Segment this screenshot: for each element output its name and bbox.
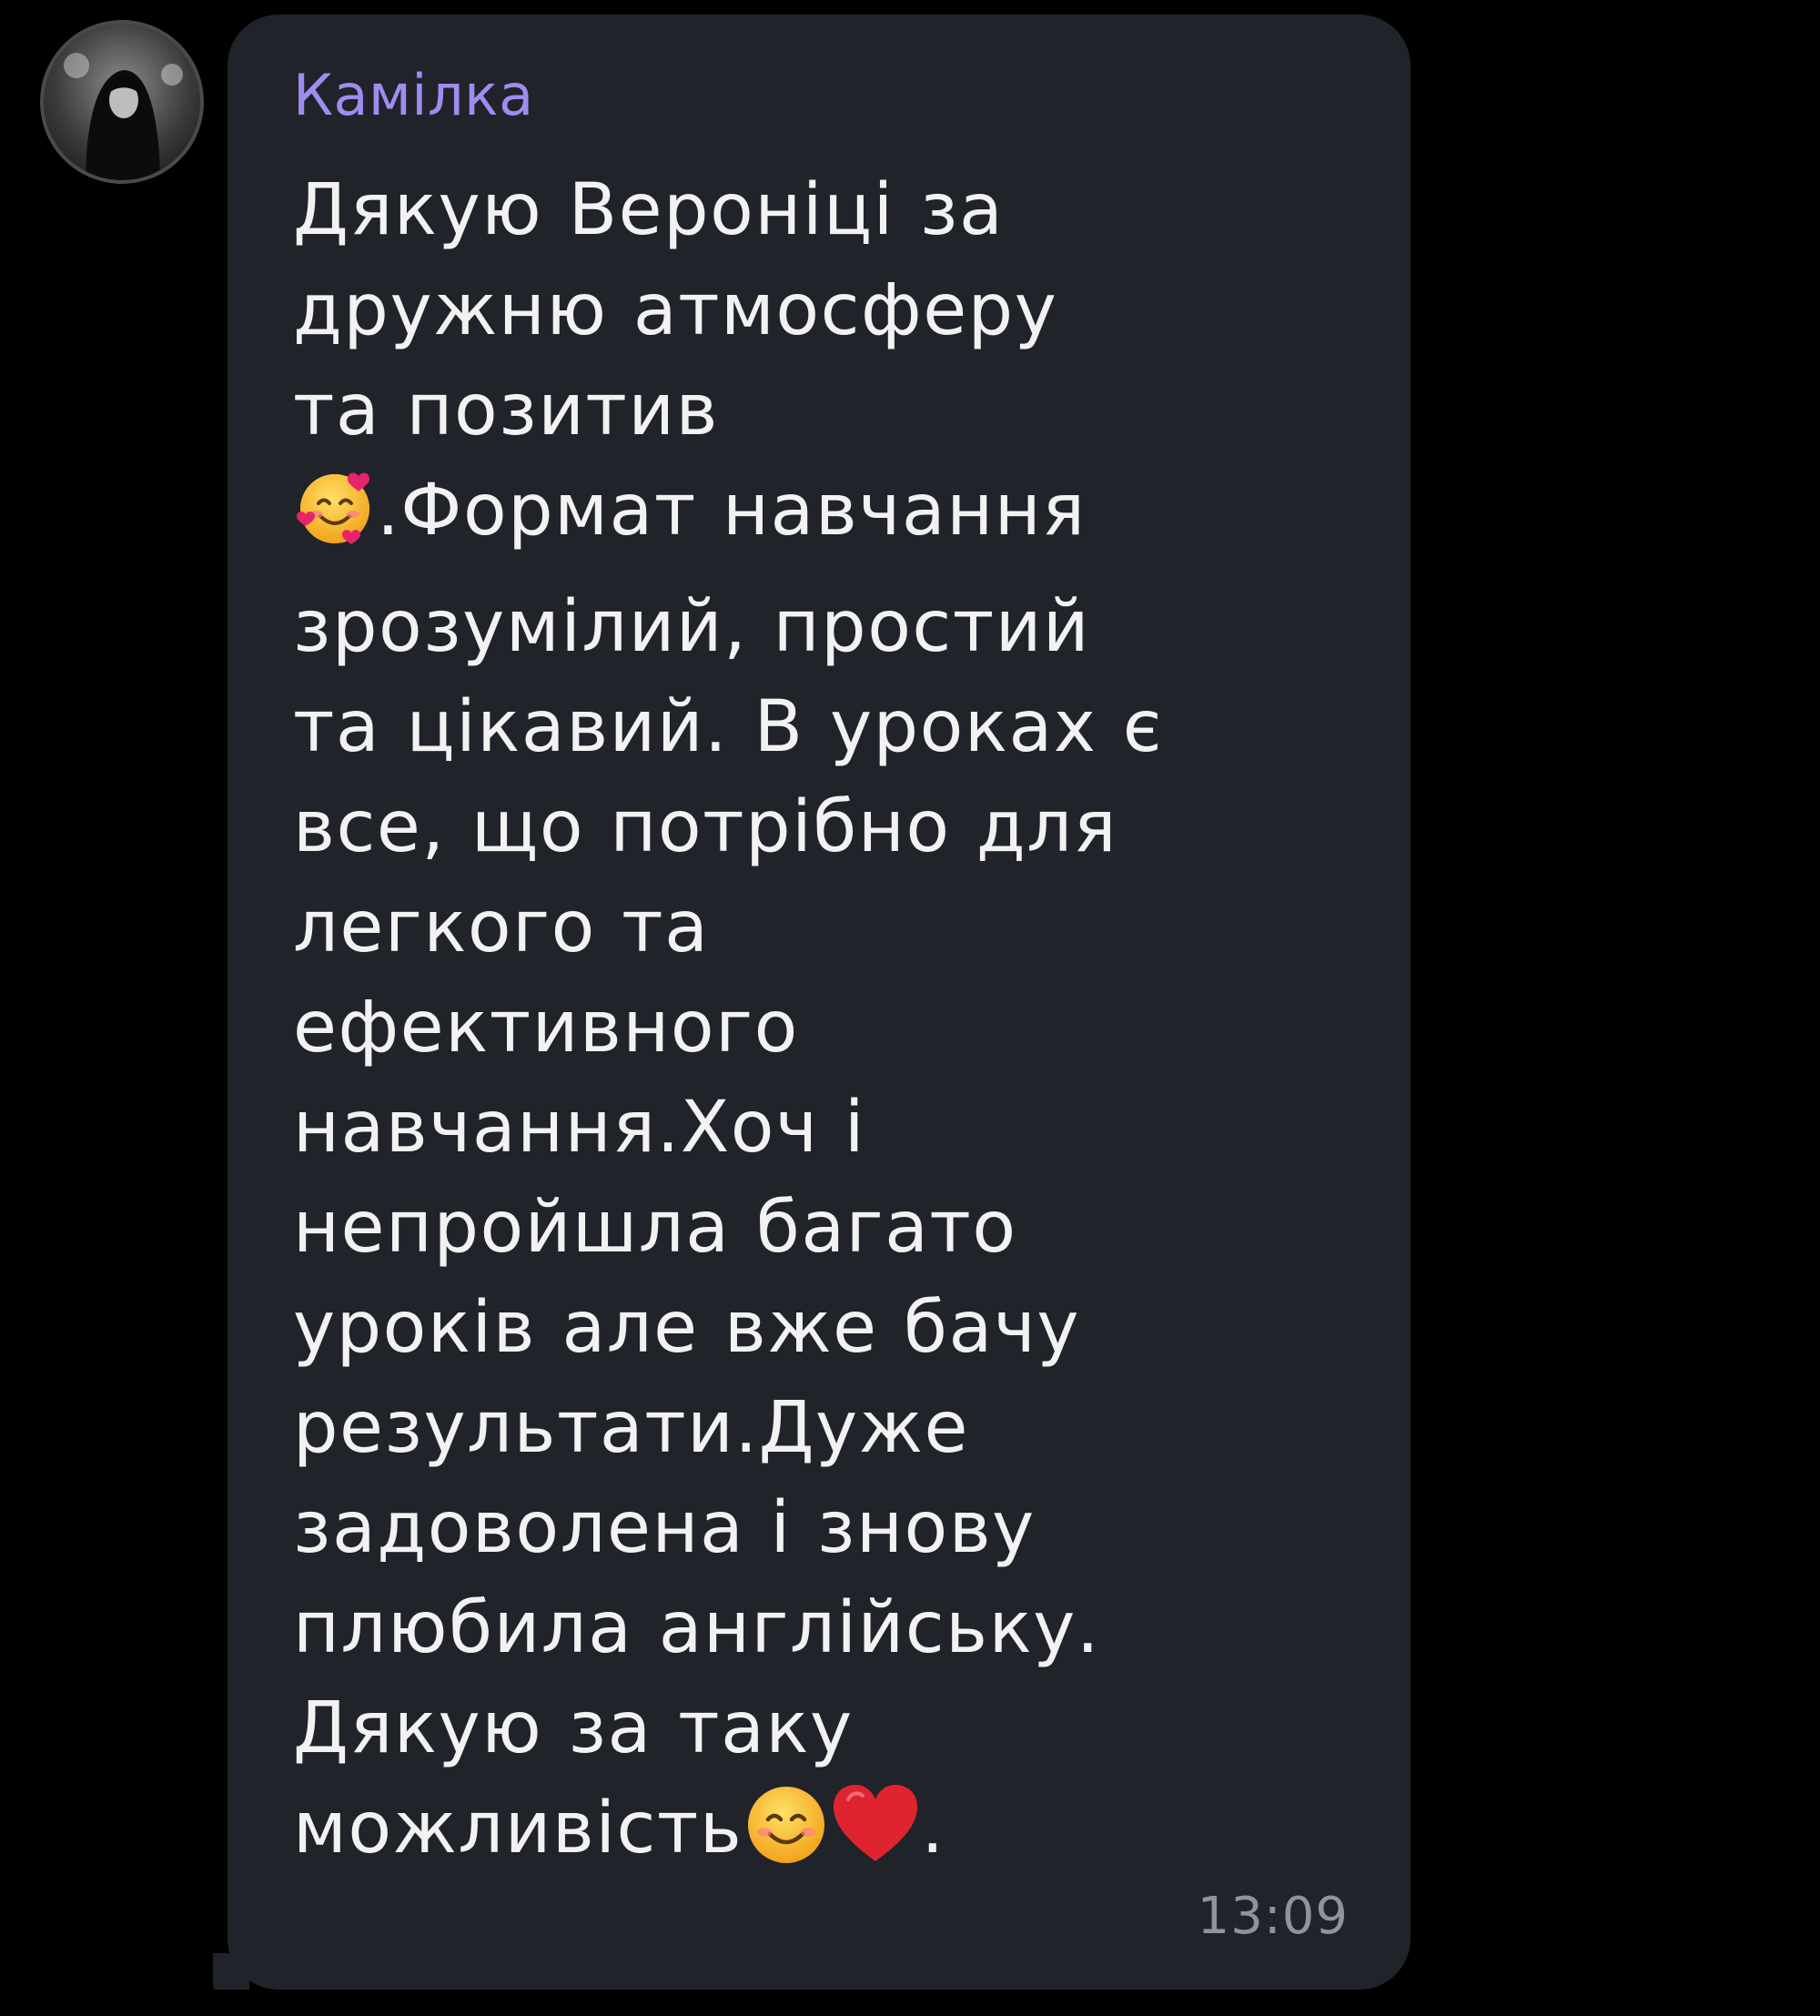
smiling-face-emoji-icon bbox=[743, 1781, 830, 1895]
message-line: легкого та bbox=[293, 886, 710, 968]
message-line: задоволена і знову bbox=[293, 1487, 1036, 1569]
red-heart-emoji-icon bbox=[830, 1781, 921, 1895]
message-line: плюбила англійську. bbox=[293, 1587, 1101, 1669]
message-line: та цікавий. В уроках є bbox=[293, 686, 1164, 768]
message-line: непройшла багато bbox=[293, 1187, 1017, 1269]
message-text: Дякую Вероніці за дружню атмосферу та по… bbox=[293, 160, 1376, 1895]
message-line: зрозумілий, простий bbox=[293, 586, 1091, 668]
sender-name[interactable]: Камілка bbox=[293, 62, 534, 128]
user-avatar-photo-icon bbox=[40, 20, 204, 184]
message-line: уроків але вже бачу bbox=[293, 1287, 1081, 1369]
message-line: навчання.Хоч і bbox=[293, 1087, 866, 1169]
message-timestamp: 13:09 bbox=[1197, 1887, 1349, 1946]
smiling-face-with-hearts-emoji-icon bbox=[293, 467, 377, 577]
message-line: Дякую Вероніці за bbox=[293, 169, 1005, 251]
message-bubble[interactable]: Камілка Дякую Вероніці за дружню атмосфе… bbox=[213, 15, 1410, 1990]
avatar[interactable] bbox=[40, 20, 204, 184]
message-line: можливість bbox=[293, 1788, 743, 1869]
message-line: дружню атмосферу bbox=[293, 269, 1058, 351]
message-line: все, що потрібно для bbox=[293, 786, 1118, 868]
message-line: .Формат навчання bbox=[377, 470, 1087, 552]
message-line: результати.Дуже bbox=[293, 1387, 969, 1469]
message-line: та позитив bbox=[293, 370, 720, 451]
message-line: ефективного bbox=[293, 987, 799, 1069]
message-line: Дякую за таку bbox=[293, 1687, 854, 1769]
message-line-end: . bbox=[921, 1788, 945, 1869]
